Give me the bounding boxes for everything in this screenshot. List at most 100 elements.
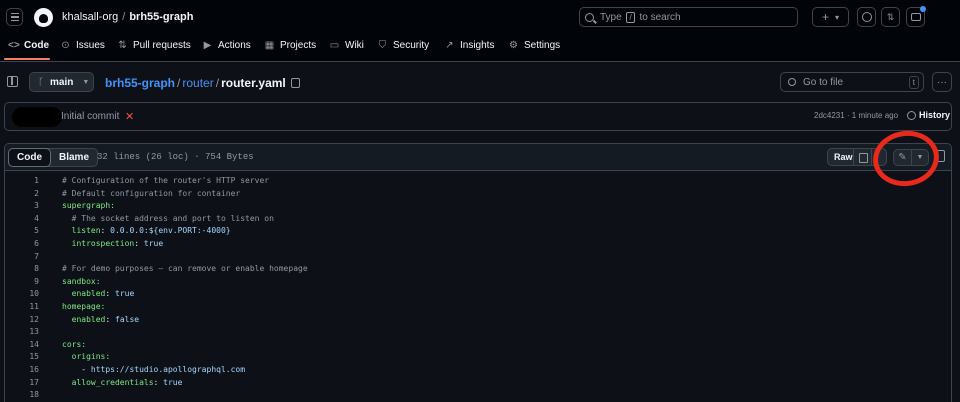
notification-dot [920, 6, 926, 12]
tab-label: Insights [460, 40, 495, 51]
code-line[interactable]: 11 homepage: [5, 301, 951, 314]
line-number[interactable]: 13 [5, 326, 39, 339]
line-number[interactable]: 6 [5, 238, 39, 251]
yaml-value: 0.0.0.0:${env.PORT:-4000} [110, 226, 231, 236]
issues-shortcut-button[interactable] [857, 7, 876, 27]
line-number[interactable]: 15 [5, 351, 39, 364]
play-icon: ▶ [203, 40, 212, 51]
tab-code-view[interactable]: Code [8, 148, 51, 167]
copy-path-icon[interactable] [290, 78, 300, 88]
code-line[interactable]: 9 sandbox: [5, 276, 951, 289]
line-number[interactable]: 18 [5, 389, 39, 402]
breadcrumb-repo-link[interactable]: brh55-graph [105, 76, 175, 90]
github-logo-icon[interactable] [34, 8, 53, 27]
line-number[interactable]: 12 [5, 314, 39, 327]
line-number[interactable]: 2 [5, 188, 39, 201]
history-button[interactable]: History [907, 110, 950, 120]
tab-projects[interactable]: ▦ Projects [264, 40, 316, 51]
tab-pull-requests[interactable]: ⇅ Pull requests [117, 40, 191, 51]
edit-dropdown-chevron-icon[interactable]: ▼ [911, 149, 929, 166]
code-line[interactable]: 13 [5, 326, 951, 339]
code-line[interactable]: 18 [5, 389, 951, 402]
go-to-file-placeholder: Go to file [803, 76, 844, 88]
pull-requests-shortcut-button[interactable]: ⇅ [881, 7, 900, 27]
code-line[interactable]: 5 listen: 0.0.0.0:${env.PORT:-4000} [5, 225, 951, 238]
line-number[interactable]: 16 [5, 364, 39, 377]
failed-status-icon[interactable]: ✕ [125, 110, 134, 123]
breadcrumb-separator: / [215, 76, 220, 90]
tab-label: Actions [218, 40, 251, 51]
line-number[interactable]: 5 [5, 225, 39, 238]
go-to-file-input[interactable]: Go to file t [780, 72, 924, 92]
commit-message[interactable]: Initial commit [61, 111, 119, 122]
line-number[interactable]: 14 [5, 339, 39, 352]
tab-label: Security [393, 40, 430, 51]
tab-label: Code [24, 40, 49, 51]
line-number[interactable]: 4 [5, 213, 39, 226]
symbols-panel-icon[interactable] [935, 150, 945, 162]
yaml-value: false [115, 314, 140, 324]
line-number[interactable]: 1 [5, 175, 39, 188]
hamburger-menu-icon[interactable] [6, 8, 23, 26]
copy-raw-icon[interactable] [853, 148, 872, 166]
code-line[interactable]: 7 [5, 251, 951, 264]
code-line[interactable]: 1 # Configuration of the router's HTTP se… [5, 175, 951, 188]
line-number[interactable]: 10 [5, 288, 39, 301]
code-line[interactable]: 17 allow_credentials: true [5, 377, 951, 390]
line-content: homepage: [62, 301, 105, 314]
code-line[interactable]: 15 origins: [5, 351, 951, 364]
global-search-input[interactable]: Type / to search [579, 7, 798, 27]
commit-sha-time[interactable]: 2dc4231 · 1 minute ago [814, 111, 898, 120]
branch-selector-button[interactable]: ᚴ main ▼ [29, 72, 94, 92]
yaml-colon: : [100, 226, 111, 236]
yaml-list-dash: - [62, 364, 91, 374]
tab-code[interactable]: <> Code [8, 40, 49, 51]
table-icon: ▦ [264, 40, 275, 51]
code-line[interactable]: 14 cors: [5, 339, 951, 352]
download-icon[interactable] [871, 148, 887, 166]
inbox-button[interactable] [906, 6, 926, 27]
yaml-colon: : [105, 289, 115, 299]
owner-link[interactable]: khalsall-org [62, 11, 118, 23]
yaml-colon: : [105, 314, 115, 324]
yaml-comment: # The socket address and port to listen … [62, 213, 274, 223]
tab-issues[interactable]: ⊙ Issues [60, 40, 105, 51]
tab-insights[interactable]: ↗ Insights [444, 40, 494, 51]
tab-blame-view[interactable]: Blame [51, 149, 97, 166]
create-new-button[interactable]: + ▾ [812, 7, 849, 27]
issue-icon: ⊙ [61, 40, 70, 51]
issue-circle-icon [861, 12, 872, 22]
active-tab-underline [4, 58, 50, 60]
code-line[interactable]: 12 enabled: false [5, 314, 951, 327]
side-panel-toggle-icon[interactable] [7, 76, 18, 87]
line-number[interactable]: 11 [5, 301, 39, 314]
code-line[interactable]: 6 introspection: true [5, 238, 951, 251]
code-line[interactable]: 4 # The socket address and port to liste… [5, 213, 951, 226]
line-number[interactable]: 17 [5, 377, 39, 390]
line-content: - https://studio.apollographql.com [62, 364, 245, 377]
code-line[interactable]: 2 # Default configuration for container [5, 188, 951, 201]
more-options-button[interactable]: ··· [932, 72, 952, 92]
tab-settings[interactable]: ⚙ Settings [508, 40, 560, 51]
code-line[interactable]: 16 - https://studio.apollographql.com [5, 364, 951, 377]
tab-security[interactable]: ⛉ Security [377, 40, 429, 51]
search-icon [788, 78, 796, 86]
line-number[interactable]: 7 [5, 251, 39, 264]
pull-request-icon: ⇅ [886, 11, 895, 22]
breadcrumb-dir-link[interactable]: router [182, 76, 213, 90]
line-number[interactable]: 9 [5, 276, 39, 289]
edit-pencil-icon[interactable]: ✎ [893, 149, 912, 166]
yaml-key: listen [62, 226, 101, 236]
search-icon [585, 12, 594, 22]
line-number[interactable]: 3 [5, 200, 39, 213]
tab-actions[interactable]: ▶ Actions [202, 40, 251, 51]
tab-wiki[interactable]: ▭ Wiki [329, 40, 364, 51]
code-line[interactable]: 8 # For demo purposes — can remove or ena… [5, 263, 951, 276]
path-separator: / [122, 11, 126, 23]
repo-link[interactable]: brh55-graph [129, 11, 193, 23]
line-number[interactable]: 8 [5, 263, 39, 276]
code-line[interactable]: 10 enabled: true [5, 288, 951, 301]
yaml-colon: : [153, 377, 164, 387]
code-line[interactable]: 3 supergraph: [5, 200, 951, 213]
avatar[interactable] [12, 107, 62, 127]
